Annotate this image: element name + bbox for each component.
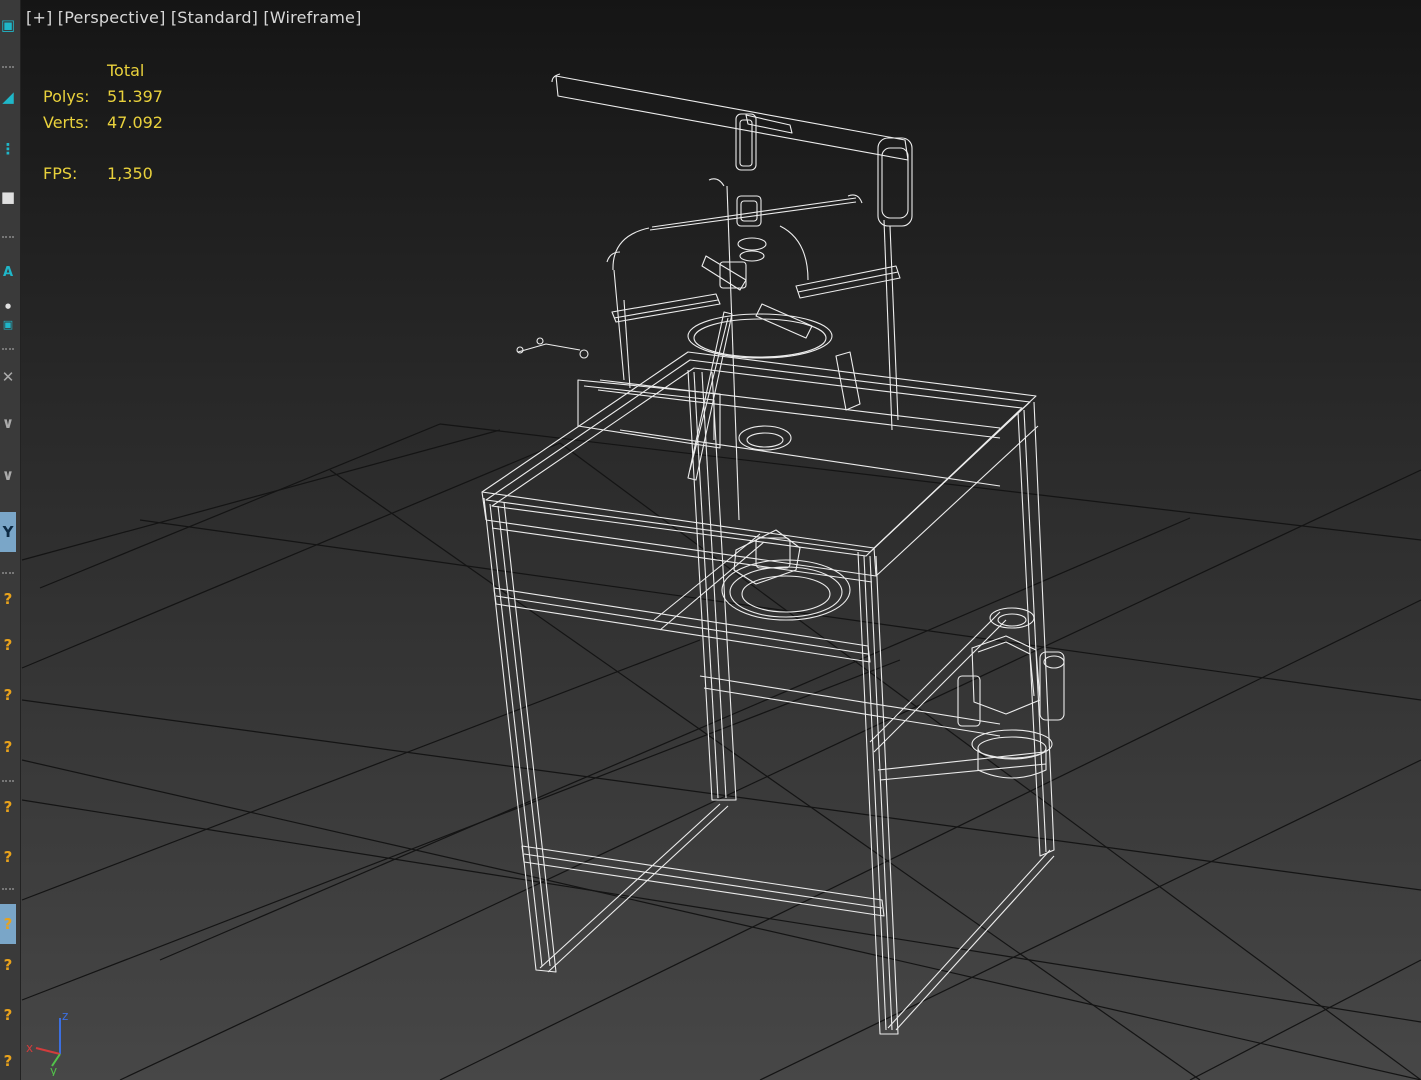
axis-z-label: z — [62, 1009, 68, 1023]
stats-header: Total — [107, 61, 145, 80]
cube-icon[interactable]: ◢ — [0, 86, 16, 108]
axis-gizmo: z x y — [26, 1009, 68, 1076]
y-constraint-icon[interactable]: Y — [0, 512, 16, 552]
help-icon[interactable]: ? — [0, 1004, 16, 1026]
help-icon[interactable]: ? — [0, 588, 16, 610]
axis-x-label: x — [26, 1041, 33, 1055]
polys-label: Polys: — [43, 87, 90, 106]
toolbar-separator — [2, 780, 14, 782]
left-toolbar: ▣ ◢ ⋮ ■ A • ▣ ✕ ∨ ∨ Y ? ? ? ? ? ? ? ? ? … — [0, 0, 21, 1080]
light-icon[interactable]: ✕ — [0, 366, 16, 388]
shape-icon[interactable]: ∨ — [0, 412, 16, 434]
app-window: [+] [Perspective] [Standard] [Wireframe]… — [0, 0, 1421, 1080]
help-icon[interactable]: ? — [0, 634, 16, 656]
toolbar-separator — [2, 888, 14, 890]
shading-mode-button[interactable]: [Wireframe] — [263, 8, 361, 27]
verts-label: Verts: — [43, 113, 90, 132]
help-icon[interactable]: ? — [0, 904, 16, 944]
toolbar-separator — [2, 236, 14, 238]
scene-wireframe[interactable] — [0, 0, 1421, 1080]
text-icon[interactable]: A — [0, 262, 16, 284]
ground-grid — [21, 423, 1421, 1080]
toolbar-separator — [2, 66, 14, 68]
help-icon[interactable]: ? — [0, 684, 16, 706]
verts-value: 47.092 — [107, 113, 163, 132]
fps-value: 1,350 — [107, 164, 153, 183]
wireframe-model[interactable] — [481, 73, 1065, 1035]
perspective-viewport[interactable]: [+] [Perspective] [Standard] [Wireframe]… — [0, 0, 1421, 1080]
viewport-label: [+] [Perspective] [Standard] [Wireframe] — [26, 8, 362, 27]
shading-standard-button[interactable]: [Standard] — [171, 8, 258, 27]
toolbar-separator — [2, 572, 14, 574]
help-icon[interactable]: ? — [0, 796, 16, 818]
view-type-button[interactable]: [Perspective] — [58, 8, 166, 27]
help-icon[interactable]: ? — [0, 954, 16, 976]
polys-value: 51.397 — [107, 87, 163, 106]
help-icon[interactable]: ? — [0, 846, 16, 868]
fps-label: FPS: — [43, 164, 78, 183]
helper-icon[interactable]: ∨ — [0, 464, 16, 486]
axis-y-label: y — [50, 1064, 57, 1076]
help-icon[interactable]: ? — [0, 1050, 16, 1072]
viewport-menu-button[interactable]: [+] — [26, 8, 53, 27]
camera-icon[interactable]: ▣ — [0, 314, 16, 336]
dots-icon[interactable]: ⋮ — [0, 138, 16, 160]
help-icon[interactable]: ? — [0, 736, 16, 758]
toolbar-separator — [2, 348, 14, 350]
select-object-icon[interactable]: ▣ — [0, 14, 16, 36]
square-icon[interactable]: ■ — [0, 186, 16, 208]
statistics-overlay: Total Polys: 51.397 Verts: 47.092 FPS: 1,35… — [43, 58, 163, 187]
axis-x-line — [35, 1047, 61, 1055]
